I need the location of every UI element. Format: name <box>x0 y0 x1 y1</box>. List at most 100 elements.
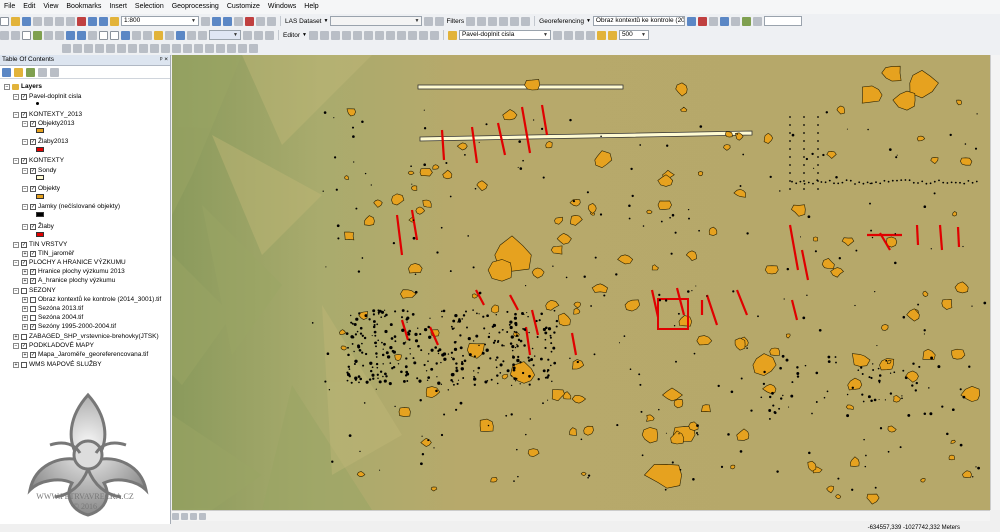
goto-xy-icon[interactable] <box>198 30 207 40</box>
edit-tool-icon[interactable] <box>429 30 439 40</box>
las-tool-icon[interactable] <box>488 16 498 26</box>
layout-tool-icon[interactable] <box>128 44 137 53</box>
menu-edit[interactable]: Edit <box>19 0 39 14</box>
map-canvas[interactable] <box>172 55 990 510</box>
vertical-scrollbar[interactable] <box>990 55 1000 510</box>
las-tool-icon[interactable] <box>477 16 487 26</box>
collapse-icon[interactable]: − <box>22 185 28 192</box>
cut-icon[interactable] <box>44 16 53 26</box>
toc-layer-row[interactable]: + ZABAGED_SHP_vrstevnice-brehovky(JTSK) <box>13 332 159 341</box>
toc-layer-row[interactable]: + ✓ Sezóny 1995-2000-2004.tif <box>22 322 116 331</box>
georeference-layer-combo[interactable]: Obraz kontextů ke kontrole (2014▼ <box>592 16 685 26</box>
edit-tool-icon[interactable] <box>319 30 329 40</box>
list-by-selection-icon[interactable] <box>38 67 47 77</box>
layer-visibility-checkbox[interactable] <box>21 333 27 340</box>
new-document-icon[interactable] <box>0 16 9 26</box>
effects-tool-icon[interactable] <box>596 30 606 40</box>
forward-icon[interactable] <box>77 30 86 40</box>
collapse-icon[interactable]: − <box>13 157 19 164</box>
edit-tool-icon[interactable] <box>407 30 417 40</box>
menu-windows[interactable]: Windows <box>264 0 300 14</box>
toc-layer-row[interactable]: + ✓ TIN_jaroměř <box>22 249 74 258</box>
effects-tool-icon[interactable] <box>585 30 595 40</box>
expand-icon[interactable]: + <box>22 323 28 330</box>
create-viewer-icon[interactable] <box>176 30 185 40</box>
open-folder-icon[interactable] <box>11 16 20 26</box>
chevron-down-icon[interactable]: ▼ <box>324 18 329 24</box>
effects-tool-icon[interactable] <box>552 30 562 40</box>
draw-tool-icon[interactable] <box>265 30 274 40</box>
layer-visibility-checkbox[interactable]: ✓ <box>21 93 27 100</box>
layout-tool-icon[interactable] <box>205 44 214 53</box>
save-icon[interactable] <box>22 16 31 26</box>
layout-tool-icon[interactable] <box>117 44 126 53</box>
add-control-points-icon[interactable] <box>697 16 707 26</box>
layout-tool-icon[interactable] <box>62 44 71 53</box>
layer-visibility-checkbox[interactable] <box>21 287 27 294</box>
hyperlink-icon[interactable] <box>154 30 163 40</box>
collapse-icon[interactable]: − <box>22 120 28 127</box>
edit-tool-icon[interactable] <box>385 30 395 40</box>
layer-visibility-checkbox[interactable] <box>30 305 36 312</box>
layout-tool-icon[interactable] <box>183 44 192 53</box>
las-tool-icon[interactable] <box>424 16 434 26</box>
edit-tool-icon[interactable] <box>341 30 351 40</box>
expand-icon[interactable]: + <box>22 351 28 358</box>
menu-bookmarks[interactable]: Bookmarks <box>62 0 105 14</box>
layer-visibility-checkbox[interactable]: ✓ <box>30 277 36 284</box>
full-extent-icon[interactable] <box>33 30 42 40</box>
layout-tool-icon[interactable] <box>227 44 236 53</box>
zoom-in-icon[interactable] <box>0 30 9 40</box>
collapse-icon[interactable]: − <box>13 342 19 349</box>
draw-tool-icon[interactable] <box>254 30 263 40</box>
catalog-window-icon[interactable] <box>223 16 232 26</box>
layout-tool-icon[interactable] <box>150 44 159 53</box>
layout-tool-icon[interactable] <box>172 44 181 53</box>
toc-layer-row[interactable]: − ✓ TIN VRSTVY <box>13 240 67 249</box>
edit-tool-icon[interactable] <box>308 30 318 40</box>
toc-layer-row[interactable]: − ✓ Objekty2013 <box>22 119 75 128</box>
modelbuilder-icon[interactable] <box>267 16 276 26</box>
measure-icon[interactable] <box>143 30 152 40</box>
zoom-out-icon[interactable] <box>11 30 20 40</box>
layout-tool-icon[interactable] <box>139 44 148 53</box>
chevron-down-icon[interactable]: ▼ <box>586 18 591 24</box>
redo-icon[interactable] <box>99 16 108 26</box>
collapse-icon[interactable]: − <box>13 259 19 266</box>
layer-visibility-checkbox[interactable]: ✓ <box>30 167 36 174</box>
las-dataset-label[interactable]: LAS Dataset <box>285 18 322 25</box>
layer-visibility-checkbox[interactable]: ✓ <box>30 138 36 145</box>
drawing-combo[interactable]: ▼ <box>209 30 241 40</box>
print-icon[interactable] <box>33 16 42 26</box>
layout-tool-icon[interactable] <box>238 44 247 53</box>
toc-layer-row[interactable]: − ✓ Žlaby2013 <box>22 137 68 146</box>
menu-view[interactable]: View <box>39 0 62 14</box>
back-icon[interactable] <box>66 30 75 40</box>
menu-insert[interactable]: Insert <box>105 0 131 14</box>
georef-tool-icon[interactable] <box>741 16 751 26</box>
las-tool-icon[interactable] <box>521 16 531 26</box>
layout-tool-icon[interactable] <box>84 44 93 53</box>
effects-tool-icon[interactable] <box>574 30 584 40</box>
las-tool-icon[interactable] <box>466 16 476 26</box>
menu-geoprocessing[interactable]: Geoprocessing <box>168 0 223 14</box>
toc-options-icon[interactable] <box>50 67 59 77</box>
undo-icon[interactable] <box>88 16 97 26</box>
toc-layer-row[interactable]: − ✓ KONTEXTY_2013 <box>13 110 82 119</box>
layer-visibility-checkbox[interactable] <box>30 296 36 303</box>
layout-tool-icon[interactable] <box>249 44 258 53</box>
layer-visibility-checkbox[interactable]: ✓ <box>30 351 36 358</box>
layer-visibility-checkbox[interactable]: ✓ <box>21 259 27 266</box>
toc-layer-row[interactable]: + ✓ Mapa_Jaroměře_georeferencovana.tif <box>22 350 148 359</box>
clear-selection-icon[interactable] <box>99 30 108 40</box>
las-dataset-combo[interactable]: ▼ <box>330 16 423 26</box>
las-tool-icon[interactable] <box>435 16 445 26</box>
collapse-icon[interactable]: − <box>4 83 10 90</box>
pan-icon[interactable] <box>22 30 31 40</box>
toc-layer-row[interactable]: − Layers <box>4 82 42 91</box>
add-data-icon[interactable] <box>110 16 119 26</box>
map-view[interactable] <box>172 55 990 510</box>
layout-tool-icon[interactable] <box>73 44 82 53</box>
filters-label[interactable]: Filters <box>446 18 464 25</box>
collapse-icon[interactable]: − <box>22 223 28 230</box>
